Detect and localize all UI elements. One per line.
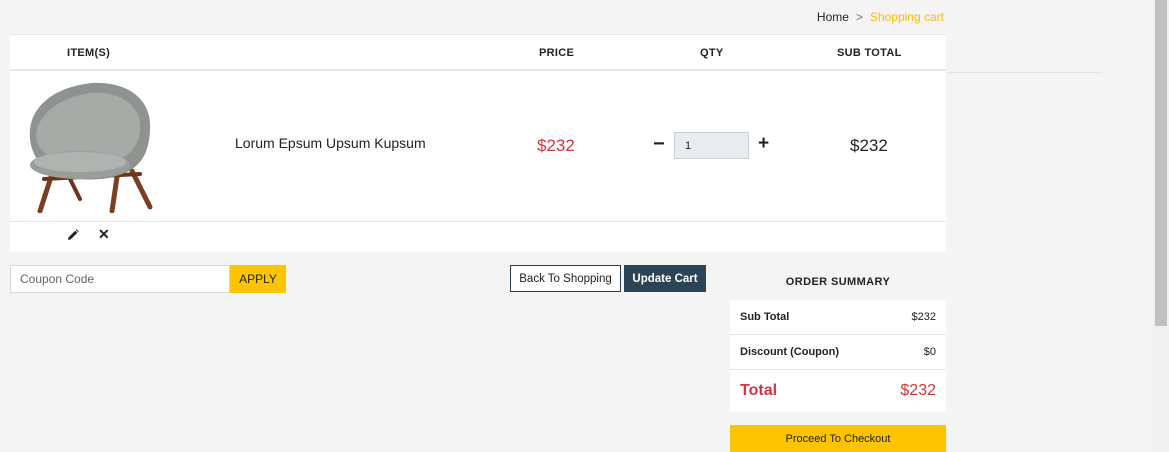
summary-subtotal-value: $232	[911, 311, 936, 323]
breadcrumb-current: Shopping cart	[869, 10, 944, 24]
item-price: $232	[537, 136, 575, 155]
order-summary: Sub Total $232 Discount (Coupon) $0 Tota…	[730, 300, 946, 412]
breadcrumb-home-link[interactable]: Home	[817, 10, 849, 24]
apply-coupon-button[interactable]: APPLY	[230, 265, 286, 293]
summary-subtotal-label: Sub Total	[740, 311, 790, 323]
proceed-to-checkout-button[interactable]: Proceed To Checkout	[730, 425, 946, 452]
coupon-code-input[interactable]	[10, 265, 230, 293]
qty-increase-button[interactable]: +	[758, 134, 769, 154]
order-summary-title: ORDER SUMMARY	[785, 276, 891, 288]
item-subtotal: $232	[850, 136, 888, 155]
summary-total-label: Total	[740, 382, 778, 399]
scrollbar-track[interactable]	[1153, 0, 1169, 452]
summary-discount-value: $0	[923, 346, 936, 358]
header-price: PRICE	[539, 47, 575, 59]
summary-total-row: Total $232	[730, 370, 946, 412]
header-subtotal: SUB TOTAL	[837, 47, 902, 59]
header-items: ITEM(S)	[67, 47, 111, 59]
back-to-shopping-button[interactable]: Back To Shopping	[510, 265, 621, 292]
update-cart-button[interactable]: Update Cart	[624, 265, 706, 292]
summary-discount-row: Discount (Coupon) $0	[730, 335, 946, 370]
cart-header-row: ITEM(S) PRICE QTY SUB TOTAL	[10, 34, 946, 71]
cart-table: ITEM(S) PRICE QTY SUB TOTAL Lorum Epsum …	[10, 34, 946, 252]
divider	[946, 72, 1102, 73]
qty-decrease-button[interactable]: −	[653, 134, 665, 154]
item-actions: ✕	[10, 222, 946, 250]
breadcrumb: Home > Shopping cart	[817, 10, 944, 24]
quantity-input[interactable]	[674, 132, 749, 159]
scrollbar-thumb[interactable]	[1155, 0, 1167, 326]
remove-item-icon[interactable]: ✕	[98, 226, 110, 243]
summary-total-value: $232	[900, 382, 936, 399]
breadcrumb-separator: >	[855, 10, 863, 24]
armchair-image[interactable]	[22, 79, 154, 213]
product-name[interactable]: Lorum Epsum Upsum Kupsum	[235, 135, 426, 151]
table-row: Lorum Epsum Upsum Kupsum $232 − + $232	[10, 71, 946, 222]
header-qty: QTY	[700, 47, 724, 59]
summary-subtotal-row: Sub Total $232	[730, 300, 946, 335]
summary-discount-label: Discount (Coupon)	[740, 346, 839, 358]
pencil-icon[interactable]	[67, 229, 79, 241]
